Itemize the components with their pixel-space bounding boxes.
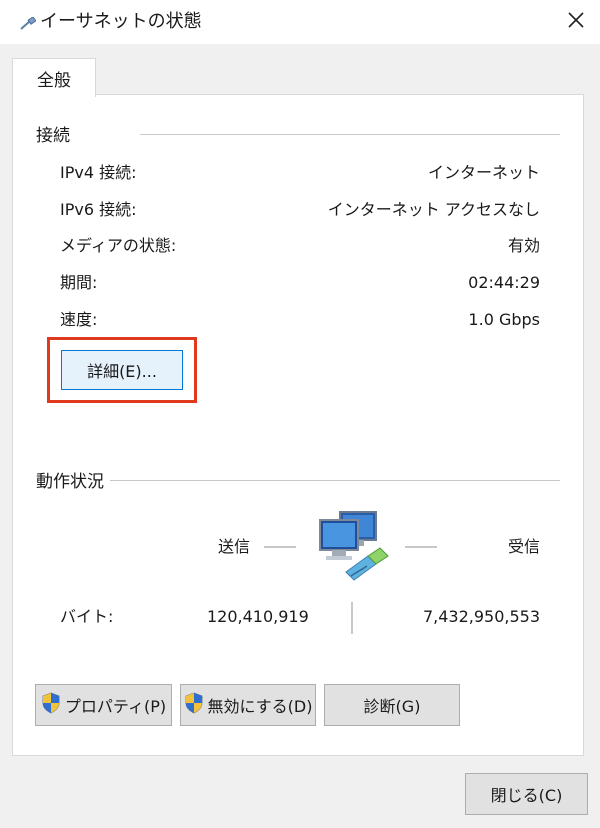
uac-shield-icon xyxy=(184,692,204,718)
properties-label: プロパティ(P) xyxy=(64,697,167,716)
ipv4-label: IPv4 接続: xyxy=(60,163,137,182)
diagnose-button[interactable]: 診断(G) xyxy=(324,684,460,726)
media-state-value: 有効 xyxy=(507,236,540,255)
disable-label: 無効にする(D) xyxy=(207,697,313,716)
title-bar: イーサネットの状態 xyxy=(0,0,600,44)
connection-group-title: 接続 xyxy=(36,125,70,147)
bytes-label: バイト: xyxy=(60,607,114,626)
network-cable-icon xyxy=(20,16,37,30)
speed-value: 1.0 Gbps xyxy=(468,310,540,329)
tab-general[interactable]: 全般 xyxy=(12,58,96,97)
bytes-sent-value: 120,410,919 xyxy=(207,607,309,626)
ipv6-label: IPv6 接続: xyxy=(60,200,137,219)
activity-group-title: 動作状況 xyxy=(36,471,104,493)
received-label: 受信 xyxy=(507,537,540,556)
duration-label: 期間: xyxy=(60,273,98,292)
window-title: イーサネットの状態 xyxy=(40,11,202,32)
bytes-separator xyxy=(351,602,353,634)
sent-line xyxy=(264,546,296,548)
received-line xyxy=(405,546,437,548)
speed-label: 速度: xyxy=(60,310,98,329)
close-icon xyxy=(568,12,584,32)
media-state-label: メディアの状態: xyxy=(60,236,177,255)
activity-group-line xyxy=(110,480,560,481)
duration-value: 02:44:29 xyxy=(468,273,540,292)
ipv6-value: インターネット アクセスなし xyxy=(327,200,540,219)
close-window-button[interactable] xyxy=(552,0,600,44)
connection-group-line xyxy=(140,134,560,135)
tab-panel xyxy=(12,94,584,756)
uac-shield-icon xyxy=(41,692,61,718)
disable-button[interactable]: 無効にする(D) xyxy=(180,684,316,726)
network-computers-icon xyxy=(316,506,396,586)
sent-label: 送信 xyxy=(218,537,251,556)
highlight-box xyxy=(47,337,197,403)
properties-button[interactable]: プロパティ(P) xyxy=(35,684,172,726)
bytes-received-value: 7,432,950,553 xyxy=(422,607,540,626)
close-button[interactable]: 閉じる(C) xyxy=(465,773,588,815)
ipv4-value: インターネット xyxy=(427,163,540,182)
